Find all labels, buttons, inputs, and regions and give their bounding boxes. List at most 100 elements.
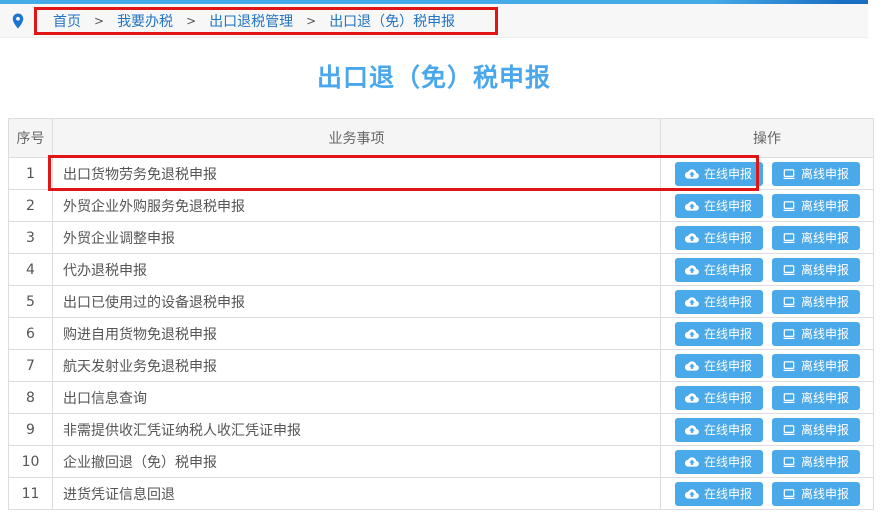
- online-declare-button[interactable]: 在线申报: [675, 258, 763, 282]
- offline-declare-button[interactable]: 离线申报: [772, 354, 860, 378]
- online-declare-label: 在线申报: [704, 229, 752, 246]
- row-actions: 在线申报 离线申报: [661, 350, 873, 381]
- row-item-label: 非需提供收汇凭证纳税人收汇凭证申报: [53, 414, 661, 445]
- offline-declare-label: 离线申报: [801, 261, 849, 278]
- cloud-upload-icon: [685, 391, 699, 405]
- offline-declare-button[interactable]: 离线申报: [772, 194, 860, 218]
- monitor-icon: [782, 327, 796, 341]
- row-actions: 在线申报 离线申报: [661, 382, 873, 413]
- table-row: 8 出口信息查询 在线申报 离线申报: [9, 382, 873, 414]
- breadcrumb-separator: >: [186, 14, 196, 28]
- row-item-label: 外贸企业调整申报: [53, 222, 661, 253]
- offline-declare-button[interactable]: 离线申报: [772, 386, 860, 410]
- offline-declare-label: 离线申报: [801, 357, 849, 374]
- online-declare-button[interactable]: 在线申报: [675, 354, 763, 378]
- online-declare-button[interactable]: 在线申报: [675, 226, 763, 250]
- row-index: 7: [9, 350, 53, 381]
- monitor-icon: [782, 167, 796, 181]
- table-header-row: 序号 业务事项 操作: [9, 119, 873, 158]
- breadcrumb-item[interactable]: 我要办税: [117, 11, 173, 31]
- offline-declare-button[interactable]: 离线申报: [772, 258, 860, 282]
- cloud-upload-icon: [685, 231, 699, 245]
- row-item-label: 外贸企业外购服务免退税申报: [53, 190, 661, 221]
- offline-declare-label: 离线申报: [801, 485, 849, 502]
- online-declare-label: 在线申报: [704, 165, 752, 182]
- online-declare-label: 在线申报: [704, 485, 752, 502]
- table-row: 6 购进自用货物免退税申报 在线申报 离线申报: [9, 318, 873, 350]
- row-actions: 在线申报 离线申报: [661, 478, 873, 509]
- offline-declare-button[interactable]: 离线申报: [772, 322, 860, 346]
- cloud-upload-icon: [685, 487, 699, 501]
- row-item-label: 购进自用货物免退税申报: [53, 318, 661, 349]
- monitor-icon: [782, 295, 796, 309]
- offline-declare-button[interactable]: 离线申报: [772, 482, 860, 506]
- breadcrumb-item[interactable]: 首页: [53, 11, 81, 31]
- table-row: 3 外贸企业调整申报 在线申报 离线申报: [9, 222, 873, 254]
- breadcrumb-item[interactable]: 出口退（免）税申报: [329, 11, 455, 31]
- offline-declare-label: 离线申报: [801, 197, 849, 214]
- row-index: 3: [9, 222, 53, 253]
- row-item-label: 进货凭证信息回退: [53, 478, 661, 509]
- table-row: 2 外贸企业外购服务免退税申报 在线申报 离线申报: [9, 190, 873, 222]
- online-declare-label: 在线申报: [704, 421, 752, 438]
- cloud-upload-icon: [685, 455, 699, 469]
- online-declare-label: 在线申报: [704, 325, 752, 342]
- offline-declare-label: 离线申报: [801, 453, 849, 470]
- cloud-upload-icon: [685, 167, 699, 181]
- online-declare-label: 在线申报: [704, 389, 752, 406]
- monitor-icon: [782, 455, 796, 469]
- row-actions: 在线申报 离线申报: [661, 318, 873, 349]
- offline-declare-button[interactable]: 离线申报: [772, 418, 860, 442]
- row-item-label: 出口已使用过的设备退税申报: [53, 286, 661, 317]
- row-actions: 在线申报 离线申报: [661, 158, 873, 189]
- table-body: 1 出口货物劳务免退税申报 在线申报 离线申报 2 外贸企业外购服务免退税申报: [9, 158, 873, 510]
- monitor-icon: [782, 423, 796, 437]
- row-actions: 在线申报 离线申报: [661, 446, 873, 477]
- breadcrumb-separator: >: [94, 14, 104, 28]
- row-item-label: 航天发射业务免退税申报: [53, 350, 661, 381]
- offline-declare-button[interactable]: 离线申报: [772, 450, 860, 474]
- row-index: 6: [9, 318, 53, 349]
- table-row: 11 进货凭证信息回退 在线申报 离线申报: [9, 478, 873, 510]
- breadcrumb-item[interactable]: 出口退税管理: [209, 11, 293, 31]
- online-declare-button[interactable]: 在线申报: [675, 482, 763, 506]
- online-declare-button[interactable]: 在线申报: [675, 450, 763, 474]
- table-row: 5 出口已使用过的设备退税申报 在线申报 离线申报: [9, 286, 873, 318]
- page-title: 出口退（免）税申报: [0, 58, 868, 94]
- table-row: 10 企业撤回退（免）税申报 在线申报 离线申报: [9, 446, 873, 478]
- online-declare-button[interactable]: 在线申报: [675, 322, 763, 346]
- online-declare-label: 在线申报: [704, 293, 752, 310]
- row-index: 5: [9, 286, 53, 317]
- online-declare-button[interactable]: 在线申报: [675, 386, 763, 410]
- row-index: 9: [9, 414, 53, 445]
- table-row: 1 出口货物劳务免退税申报 在线申报 离线申报: [9, 158, 873, 190]
- row-item-label: 出口信息查询: [53, 382, 661, 413]
- offline-declare-label: 离线申报: [801, 389, 849, 406]
- row-index: 1: [9, 158, 53, 189]
- offline-declare-button[interactable]: 离线申报: [772, 290, 860, 314]
- online-declare-button[interactable]: 在线申报: [675, 194, 763, 218]
- online-declare-button[interactable]: 在线申报: [675, 418, 763, 442]
- cloud-upload-icon: [685, 295, 699, 309]
- monitor-icon: [782, 199, 796, 213]
- table-row: 4 代办退税申报 在线申报 离线申报: [9, 254, 873, 286]
- monitor-icon: [782, 391, 796, 405]
- row-index: 11: [9, 478, 53, 509]
- row-actions: 在线申报 离线申报: [661, 254, 873, 285]
- row-actions: 在线申报 离线申报: [661, 222, 873, 253]
- offline-declare-button[interactable]: 离线申报: [772, 226, 860, 250]
- online-declare-button[interactable]: 在线申报: [675, 162, 763, 186]
- offline-declare-label: 离线申报: [801, 421, 849, 438]
- row-index: 4: [9, 254, 53, 285]
- cloud-upload-icon: [685, 327, 699, 341]
- row-item-label: 出口货物劳务免退税申报: [53, 158, 661, 189]
- row-actions: 在线申报 离线申报: [661, 414, 873, 445]
- row-item-label: 企业撤回退（免）税申报: [53, 446, 661, 477]
- location-pin-icon: [9, 12, 27, 30]
- header-item: 业务事项: [53, 119, 661, 157]
- breadcrumb-bar: 首页>我要办税>出口退税管理>出口退（免）税申报: [0, 4, 868, 38]
- online-declare-label: 在线申报: [704, 453, 752, 470]
- online-declare-button[interactable]: 在线申报: [675, 290, 763, 314]
- row-actions: 在线申报 离线申报: [661, 190, 873, 221]
- offline-declare-button[interactable]: 离线申报: [772, 162, 860, 186]
